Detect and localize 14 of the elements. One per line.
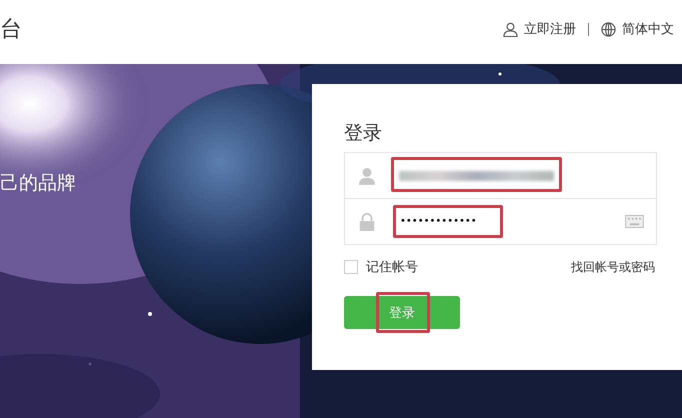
remember-checkbox[interactable] bbox=[344, 260, 358, 274]
remember-label: 记住帐号 bbox=[366, 259, 418, 276]
globe-icon bbox=[601, 22, 616, 36]
keyboard-icon[interactable] bbox=[625, 215, 644, 228]
password-field[interactable]: ••••••••••••• bbox=[400, 216, 477, 227]
user-icon bbox=[503, 22, 518, 36]
login-title: 登录 bbox=[344, 121, 383, 146]
forgot-link[interactable]: 找回帐号或密码 bbox=[571, 258, 655, 276]
logo-text: 台 bbox=[0, 16, 22, 44]
language-link[interactable]: 简体中文 bbox=[622, 20, 674, 38]
slogan-text: 己的品牌 bbox=[0, 171, 77, 196]
register-link[interactable]: 立即注册 bbox=[524, 20, 576, 38]
lock-icon bbox=[359, 212, 375, 230]
user-icon bbox=[359, 166, 375, 184]
